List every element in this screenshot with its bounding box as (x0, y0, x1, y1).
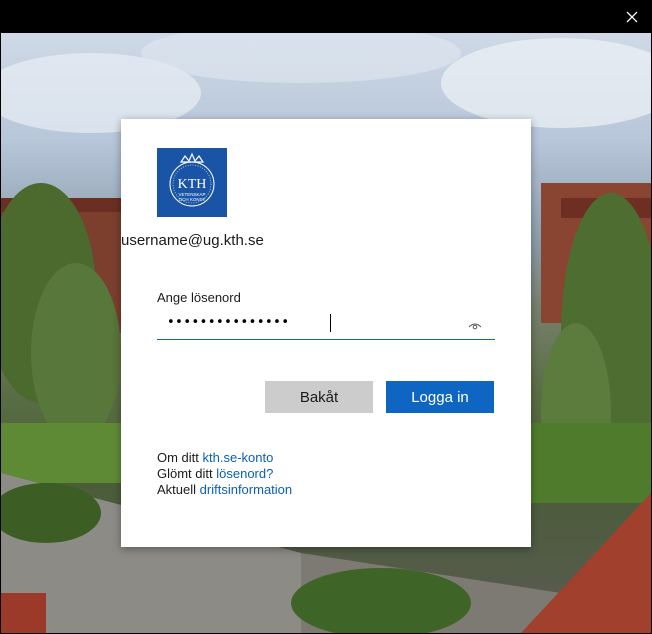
close-icon[interactable] (624, 9, 640, 25)
password-field[interactable]: ••••••••••••••• (157, 309, 495, 340)
kth-logo: KTH VETENSKAP OCH KONST (157, 148, 227, 217)
link-row-status: Aktuell driftsinformation (157, 482, 292, 498)
login-dialog: KTH VETENSKAP OCH KONST username@ug.kth.… (121, 119, 531, 547)
password-label: Ange lösenord (157, 290, 241, 305)
link-prefix: Om ditt (157, 450, 199, 465)
logo-text-kth: KTH (178, 177, 207, 192)
eye-icon[interactable] (467, 319, 483, 330)
service-status-link[interactable]: driftsinformation (200, 482, 292, 497)
login-button[interactable]: Logga in (386, 381, 494, 413)
text-caret (330, 314, 331, 332)
title-bar (0, 0, 652, 33)
link-row-password: Glömt ditt lösenord? (157, 466, 292, 482)
password-value: ••••••••••••••• (167, 315, 290, 330)
link-prefix: Aktuell (157, 482, 197, 497)
back-button[interactable]: Bakåt (265, 381, 373, 413)
link-prefix: Glömt ditt (157, 466, 213, 481)
logo-text-line2: OCH KONST (179, 197, 206, 202)
account-link[interactable]: kth.se-konto (203, 450, 274, 465)
forgot-password-link[interactable]: lösenord? (216, 466, 273, 481)
help-links: Om ditt kth.se-konto Glömt ditt lösenord… (157, 450, 292, 498)
link-row-account: Om ditt kth.se-konto (157, 450, 292, 466)
username-display: username@ug.kth.se (121, 232, 264, 249)
